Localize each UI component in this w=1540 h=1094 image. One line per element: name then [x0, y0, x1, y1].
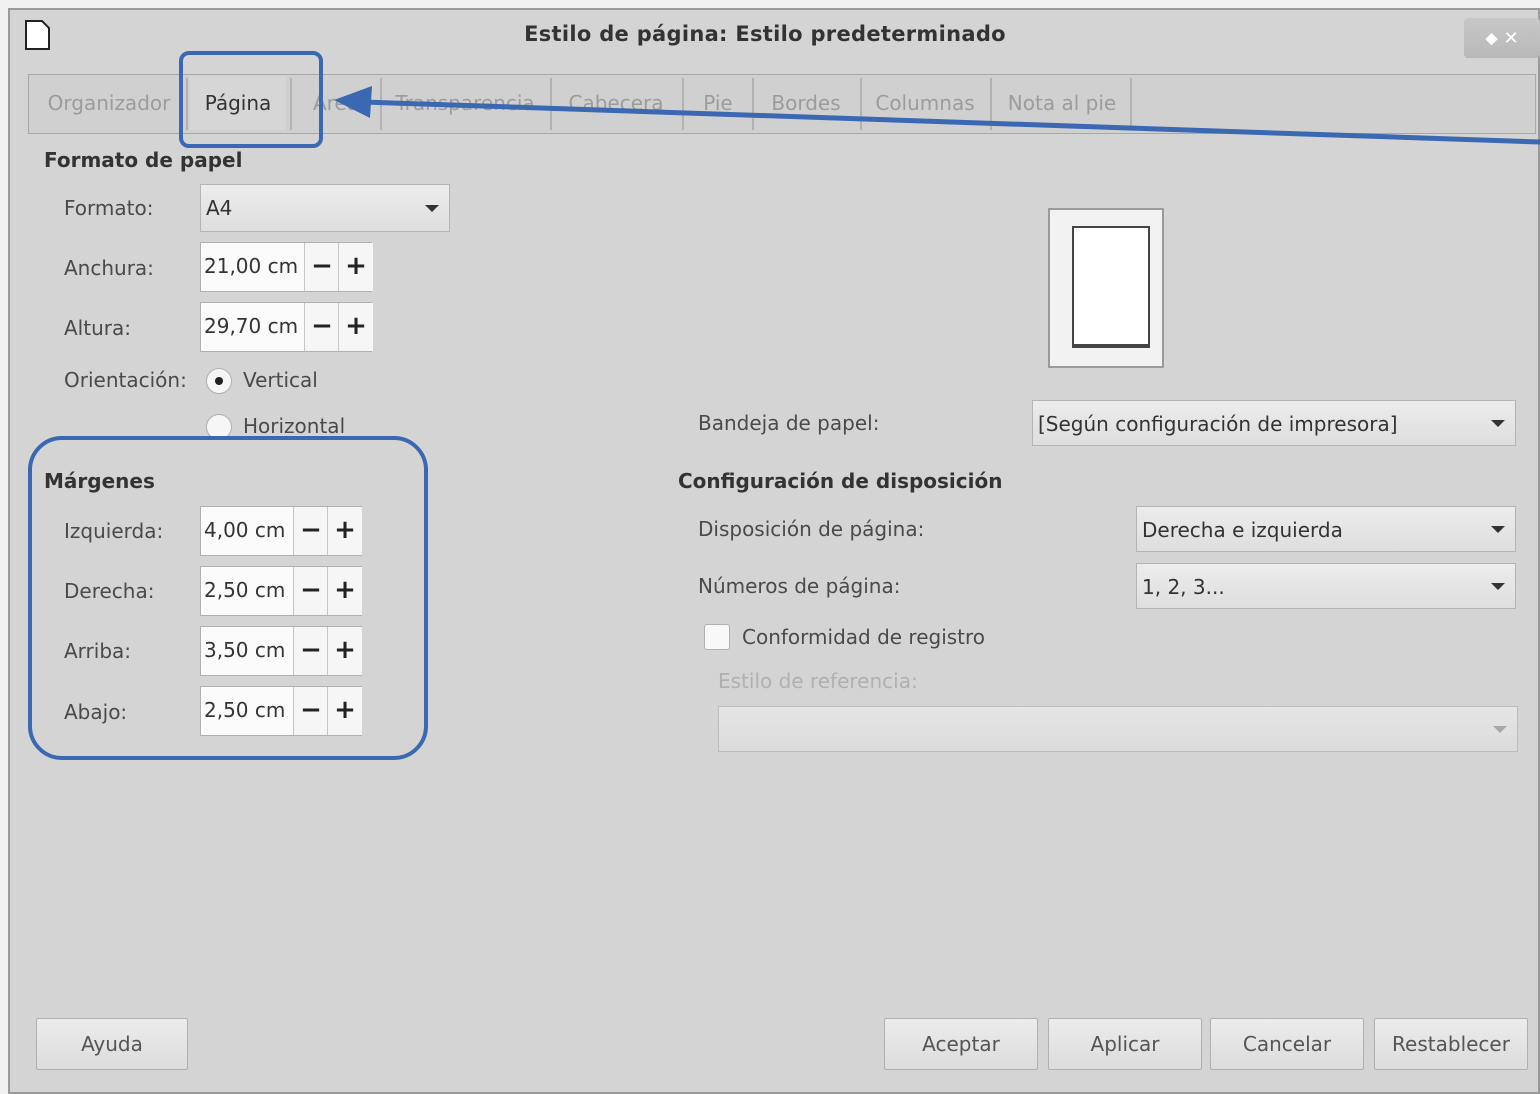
- width-decrement-button[interactable]: −: [304, 243, 339, 291]
- page-layout-value: Derecha e izquierda: [1142, 518, 1343, 542]
- help-button[interactable]: Ayuda: [36, 1018, 188, 1070]
- paper-tray-label: Bandeja de papel:: [698, 411, 880, 435]
- width-spinbox[interactable]: 21,00 cm − +: [200, 242, 373, 292]
- page-numbers-select[interactable]: 1, 2, 3...: [1136, 563, 1516, 609]
- cancel-button[interactable]: Cancelar: [1210, 1018, 1364, 1070]
- reference-style-select[interactable]: [718, 706, 1518, 752]
- annotation-box-page-tab: [179, 51, 323, 148]
- paper-tray-value: [Según configuración de impresora]: [1038, 412, 1398, 436]
- width-label: Anchura:: [64, 256, 154, 280]
- register-true-checkbox[interactable]: [704, 624, 730, 650]
- page-numbers-value: 1, 2, 3...: [1142, 575, 1225, 599]
- ok-button[interactable]: Aceptar: [884, 1018, 1038, 1070]
- orientation-vertical-label[interactable]: Vertical: [243, 368, 318, 392]
- format-select[interactable]: A4: [200, 184, 450, 232]
- orientation-horizontal-label[interactable]: Horizontal: [243, 414, 345, 438]
- radio-selected-dot: [215, 377, 223, 385]
- page-numbers-label: Números de página:: [698, 574, 901, 598]
- height-value[interactable]: 29,70 cm: [204, 303, 298, 349]
- dialog-title: Estilo de página: Estilo predeterminado: [524, 22, 1006, 46]
- reference-style-label: Estilo de referencia:: [718, 669, 918, 693]
- tab-organizador[interactable]: Organizador: [42, 76, 176, 130]
- layout-settings-heading: Configuración de disposición: [678, 469, 1003, 493]
- orientation-vertical-radio[interactable]: [206, 368, 232, 394]
- page-preview-sheet: [1072, 226, 1150, 348]
- chevron-down-icon: [425, 205, 439, 212]
- register-true-label[interactable]: Conformidad de registro: [742, 625, 985, 649]
- height-increment-button[interactable]: +: [338, 303, 373, 351]
- format-select-value: A4: [206, 196, 233, 220]
- height-spinbox[interactable]: 29,70 cm − +: [200, 302, 373, 352]
- paper-tray-select[interactable]: [Según configuración de impresora]: [1032, 400, 1516, 446]
- paper-format-heading: Formato de papel: [44, 148, 243, 172]
- apply-button[interactable]: Aplicar: [1048, 1018, 1202, 1070]
- annotation-box-margins: [28, 436, 428, 760]
- height-decrement-button[interactable]: −: [304, 303, 339, 351]
- chevron-down-icon: [1493, 726, 1507, 733]
- annotation-arrow-icon: [334, 86, 1540, 145]
- format-label: Formato:: [64, 196, 154, 220]
- page-layout-select[interactable]: Derecha e izquierda: [1136, 506, 1516, 552]
- window-controls[interactable]: ⬥ ✕: [1464, 18, 1540, 58]
- page-preview: [1048, 208, 1164, 368]
- chevron-down-icon: [1491, 583, 1505, 590]
- orientation-label: Orientación:: [64, 368, 187, 392]
- chevron-down-icon: [1491, 526, 1505, 533]
- height-label: Altura:: [64, 316, 131, 340]
- width-value[interactable]: 21,00 cm: [204, 243, 298, 289]
- chevron-down-icon: [1491, 420, 1505, 427]
- width-increment-button[interactable]: +: [338, 243, 373, 291]
- page-layout-label: Disposición de página:: [698, 517, 925, 541]
- reset-button[interactable]: Restablecer: [1374, 1018, 1528, 1070]
- window-controls-glyphs[interactable]: ⬥ ✕: [1485, 28, 1518, 49]
